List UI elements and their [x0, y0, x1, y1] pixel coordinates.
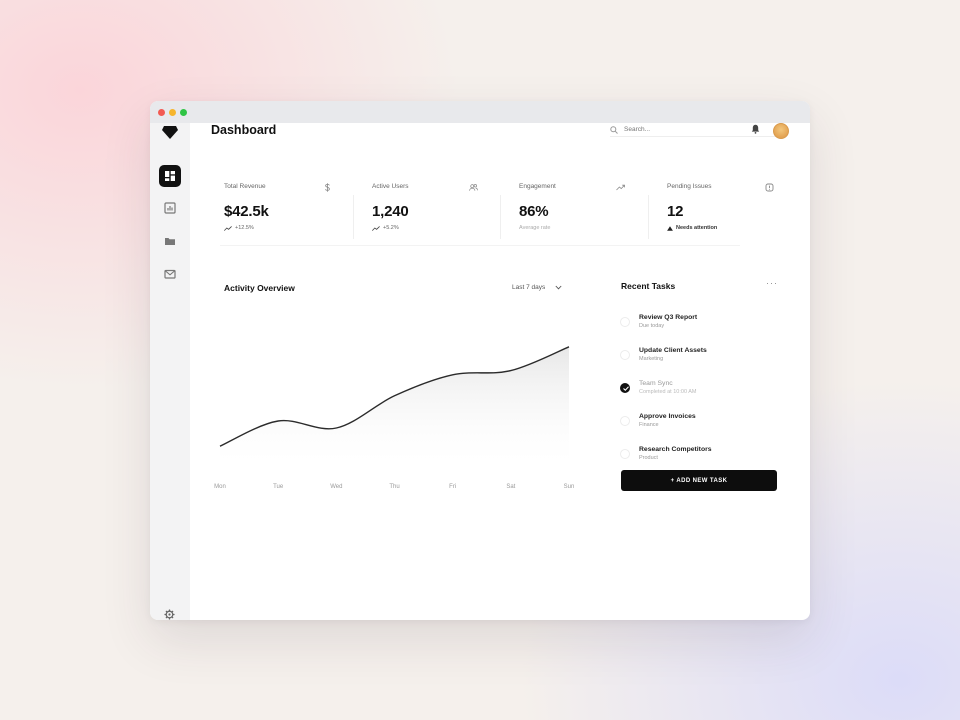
search-icon	[610, 125, 618, 134]
stat-note: Needs attention	[667, 225, 717, 231]
task-title: Approve Invoices	[639, 413, 696, 420]
tasks-title: Recent Tasks	[621, 281, 676, 291]
task-checkbox[interactable]	[620, 449, 630, 459]
minimize-window-button[interactable]	[169, 109, 176, 116]
dollar-icon	[324, 183, 330, 192]
task-item[interactable]: Team Sync Completed at 10:00 AM	[620, 380, 776, 406]
chart-title: Activity Overview	[224, 283, 295, 293]
stat-label: Total Revenue	[224, 183, 266, 190]
stats-divider	[220, 245, 740, 246]
stat-change-text: +12.5%	[235, 225, 254, 231]
task-title: Team Sync	[639, 380, 673, 387]
stat-label: Pending Issues	[667, 183, 712, 190]
sidebar-item-files[interactable]	[159, 230, 181, 252]
stat-label: Engagement	[519, 183, 556, 190]
chart-icon	[164, 202, 176, 214]
stat-note-text: Needs attention	[676, 225, 718, 231]
stat-change: +12.5%	[224, 225, 254, 231]
chart-area-fill	[220, 346, 569, 463]
stat-value: 1,240	[372, 203, 409, 220]
stat-card-issues: Pending Issues 12 Needs attention	[667, 183, 807, 245]
more-options-button[interactable]: ···	[766, 278, 778, 288]
window-titlebar	[150, 101, 810, 123]
task-checkbox[interactable]	[620, 350, 630, 360]
task-title: Review Q3 Report	[639, 314, 698, 321]
sidebar-item-analytics[interactable]	[159, 197, 181, 219]
stat-label: Active Users	[372, 183, 409, 190]
task-title: Update Client Assets	[639, 347, 707, 354]
task-subtitle: Finance	[639, 422, 659, 428]
main-content: Dashboard Total Revenue $42.5k +12.5%	[190, 123, 810, 620]
page-title: Dashboard	[211, 123, 277, 137]
task-subtitle: Marketing	[639, 356, 664, 362]
date-range-select[interactable]: Last 7 days	[512, 284, 562, 291]
stat-card-revenue: Total Revenue $42.5k +12.5%	[224, 183, 364, 245]
x-tick-label: Mon	[214, 484, 226, 490]
trend-up-icon	[372, 225, 380, 231]
task-item[interactable]: Approve Invoices Finance	[620, 413, 776, 439]
stat-note-text: Average rate	[519, 225, 551, 231]
warning-icon	[667, 225, 673, 231]
chart-point[interactable]	[393, 394, 397, 398]
sidebar-item-messages[interactable]	[159, 263, 181, 285]
task-item[interactable]: Research Competitors Product	[620, 446, 776, 472]
stat-value: 12	[667, 203, 684, 220]
trend-icon	[616, 184, 625, 191]
chart-point[interactable]	[276, 419, 280, 423]
chart-point[interactable]	[334, 426, 338, 430]
stat-note: Average rate	[519, 225, 550, 231]
task-subtitle: Completed at 10:00 AM	[639, 389, 697, 395]
stat-value: $42.5k	[224, 203, 269, 220]
x-tick-label: Wed	[330, 484, 342, 490]
search-input[interactable]	[624, 126, 744, 133]
stat-divider	[353, 195, 354, 239]
add-task-button[interactable]: + ADD NEW TASK	[621, 470, 777, 491]
stat-value: 86%	[519, 203, 549, 220]
stat-card-engagement: Engagement 86% Average rate	[519, 183, 659, 245]
maximize-window-button[interactable]	[180, 109, 187, 116]
stat-divider	[500, 195, 501, 239]
chart-point[interactable]	[567, 345, 571, 349]
x-tick-label: Fri	[449, 484, 456, 490]
dashboard-grid-icon	[165, 171, 175, 181]
stat-card-users: Active Users 1,240 +5.2%	[372, 183, 512, 245]
chart-point[interactable]	[451, 373, 455, 377]
stat-divider	[648, 195, 649, 239]
check-icon	[622, 386, 629, 391]
x-tick-label: Thu	[389, 484, 399, 490]
task-checkbox-checked[interactable]	[620, 383, 630, 393]
chart-point[interactable]	[509, 369, 513, 373]
x-tick-label: Sun	[564, 484, 575, 490]
x-tick-label: Tue	[273, 484, 284, 490]
chart-point[interactable]	[218, 444, 222, 448]
stat-change-text: +5.2%	[383, 225, 399, 231]
task-title: Research Competitors	[639, 446, 712, 453]
stat-change: +5.2%	[372, 225, 399, 231]
task-subtitle: Due today	[639, 323, 665, 329]
app-window: Dashboard Total Revenue $42.5k +12.5%	[150, 101, 810, 620]
task-subtitle: Product	[639, 455, 658, 461]
x-tick-label: Sat	[506, 484, 515, 490]
bell-icon[interactable]	[751, 124, 760, 134]
gear-icon[interactable]	[164, 609, 175, 620]
sidebar	[150, 123, 190, 620]
avatar[interactable]	[773, 123, 789, 139]
task-checkbox[interactable]	[620, 317, 630, 327]
task-item[interactable]: Review Q3 Report Due today	[620, 314, 776, 340]
task-checkbox[interactable]	[620, 416, 630, 426]
close-window-button[interactable]	[158, 109, 165, 116]
chevron-down-icon	[555, 285, 562, 290]
date-range-value: Last 7 days	[512, 284, 546, 291]
mail-icon	[164, 269, 176, 279]
alert-icon	[765, 183, 774, 192]
activity-chart: Mon Tue Wed Thu Fri Sat Sun	[214, 345, 575, 490]
task-item[interactable]: Update Client Assets Marketing	[620, 347, 776, 373]
pentagon-logo-icon[interactable]	[162, 125, 178, 139]
folder-icon	[165, 238, 175, 245]
trend-up-icon	[224, 225, 232, 231]
sidebar-item-dashboard[interactable]	[159, 165, 181, 187]
users-icon	[469, 184, 478, 191]
